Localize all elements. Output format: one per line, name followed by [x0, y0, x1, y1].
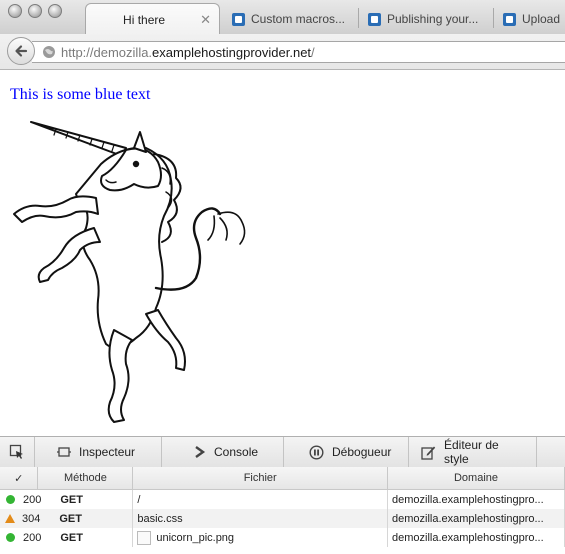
request-file: unicorn_pic.png: [156, 531, 235, 544]
status-code: 200: [23, 531, 42, 544]
tab-title: Publishing your...: [387, 12, 479, 26]
tab-editeur-de-style[interactable]: Éditeur de style: [409, 437, 537, 467]
status-warning-icon: [5, 514, 15, 523]
console-icon: [194, 445, 206, 459]
tab-debogueur[interactable]: Débogueur: [284, 437, 409, 467]
url-bar[interactable]: http://demozilla. examplehostingprovider.…: [32, 41, 565, 63]
tab-title: Custom macros...: [251, 12, 346, 26]
url-prefix: http://demozilla.: [61, 44, 153, 60]
column-header-file[interactable]: Fichier: [132, 467, 389, 490]
image-thumbnail-icon: [137, 530, 152, 545]
tab-custom-macros[interactable]: Custom macros...: [224, 4, 356, 34]
mdn-favicon-icon: [503, 12, 516, 26]
tab-console[interactable]: Console: [162, 437, 284, 467]
status-code: 200: [23, 493, 42, 506]
tab-publishing[interactable]: Publishing your...: [360, 4, 492, 34]
request-file: basic.css: [132, 509, 389, 528]
pick-element-icon: [9, 444, 23, 459]
request-domain: demozilla.examplehostingpro...: [387, 509, 565, 528]
network-request-table: ✓ Méthode Fichier Domaine 200 GET / demo…: [0, 467, 565, 547]
minimize-window-button[interactable]: [28, 4, 42, 18]
devtools-toolbar: Inspecteur Console Débogueur Éditeur de …: [0, 436, 565, 468]
status-success-icon: [6, 495, 15, 504]
zoom-window-button[interactable]: [48, 4, 62, 18]
tab-title: Upload: [522, 12, 561, 26]
debugger-icon: [309, 444, 324, 460]
element-picker-button[interactable]: [0, 437, 35, 467]
column-header-check[interactable]: ✓: [0, 467, 39, 490]
mdn-favicon-icon: [368, 12, 381, 26]
table-header: ✓ Méthode Fichier Domaine: [0, 467, 565, 490]
column-header-domain[interactable]: Domaine: [387, 467, 565, 490]
column-header-method[interactable]: Méthode: [37, 467, 134, 490]
blue-text: This is some blue text: [10, 86, 151, 103]
tab-label: Inspecteur: [79, 445, 136, 459]
style-editor-icon: [421, 445, 436, 460]
back-arrow-icon: [15, 45, 28, 57]
tab-hi-there[interactable]: Hi there ✕: [85, 3, 220, 35]
table-row[interactable]: 200 GET unicorn_pic.png demozilla.exampl…: [0, 528, 565, 547]
table-row[interactable]: 200 GET / demozilla.examplehostingpro...: [0, 489, 565, 509]
status-code: 304: [22, 512, 41, 525]
inspector-icon: [57, 445, 71, 459]
tab-upload[interactable]: Upload: [495, 4, 565, 34]
tab-label: Débogueur: [332, 445, 392, 459]
request-method: GET: [60, 493, 83, 506]
request-domain: demozilla.examplehostingpro...: [387, 528, 565, 547]
table-row[interactable]: 304 GET basic.css demozilla.examplehosti…: [0, 509, 565, 528]
close-tab-icon[interactable]: ✕: [200, 12, 211, 28]
tab-inspecteur[interactable]: Inspecteur: [35, 437, 162, 467]
tab-label: Éditeur de style: [444, 438, 499, 466]
tab-title: Hi there: [123, 12, 166, 27]
tab-label: Console: [214, 445, 259, 459]
request-file: /: [132, 489, 389, 509]
navigation-bar: http://demozilla. examplehostingprovider.…: [0, 34, 565, 70]
title-bar: Hi there ✕ Custom macros... Publishing y…: [0, 0, 565, 35]
globe-icon: [43, 46, 55, 58]
back-button[interactable]: [7, 37, 35, 65]
status-success-icon: [6, 533, 15, 542]
close-window-button[interactable]: [8, 4, 22, 18]
unicorn-image: [13, 121, 246, 423]
url-domain: examplehostingprovider.net: [152, 44, 312, 60]
url-suffix: /: [311, 44, 315, 60]
request-domain: demozilla.examplehostingpro...: [387, 489, 565, 509]
page-content: This is some blue text: [0, 70, 565, 436]
request-method: GET: [60, 531, 83, 544]
mdn-favicon-icon: [232, 12, 245, 26]
request-method: GET: [59, 512, 82, 525]
